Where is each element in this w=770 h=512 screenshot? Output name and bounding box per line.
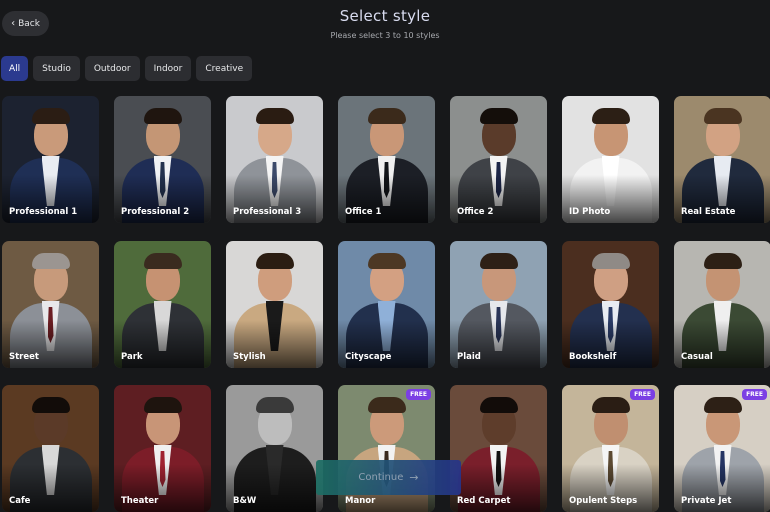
portrait-image [114, 241, 211, 368]
style-card-label: Theater [121, 496, 159, 506]
filter-bar: All Studio Outdoor Indoor Creative [1, 56, 253, 81]
portrait-image [226, 96, 323, 223]
style-grid: Professional 1 Professional 2 Professional… [0, 96, 770, 512]
style-card-private-jet[interactable]: Private Jet FREE [674, 385, 770, 512]
free-badge: FREE [742, 389, 767, 400]
style-card-label: ID Photo [569, 207, 611, 217]
style-card-park[interactable]: Park [114, 241, 211, 368]
style-card-label: Cafe [9, 496, 31, 506]
portrait-image [114, 385, 211, 512]
portrait-image [114, 96, 211, 223]
style-card-label: Office 2 [457, 207, 494, 217]
page-subtitle: Please select 3 to 10 styles [330, 31, 440, 40]
style-card-professional-2[interactable]: Professional 2 [114, 96, 211, 223]
style-card-office-2[interactable]: Office 2 [450, 96, 547, 223]
style-card-casual[interactable]: Casual [674, 241, 770, 368]
style-card-label: Opulent Steps [569, 496, 638, 506]
style-card-label: Bookshelf [569, 352, 617, 362]
portrait-image [674, 96, 770, 223]
portrait-image [2, 385, 99, 512]
style-card-bookshelf[interactable]: Bookshelf [562, 241, 659, 368]
continue-button[interactable]: Continue → [316, 460, 461, 495]
portrait-image [674, 385, 770, 512]
portrait-image [2, 241, 99, 368]
filter-chip-all[interactable]: All [1, 56, 29, 81]
free-badge: FREE [630, 389, 655, 400]
style-card-label: Park [121, 352, 143, 362]
style-card-label: Professional 2 [121, 207, 190, 217]
style-card-id-photo[interactable]: ID Photo [562, 96, 659, 223]
filter-chip-indoor[interactable]: Indoor [144, 56, 192, 81]
style-card-label: Manor [345, 496, 376, 506]
style-card-label: Stylish [233, 352, 266, 362]
portrait-image [674, 241, 770, 368]
style-card-label: Plaid [457, 352, 481, 362]
free-badge: FREE [406, 389, 431, 400]
portrait-image [562, 96, 659, 223]
portrait-image [226, 385, 323, 512]
style-card-label: Professional 1 [9, 207, 78, 217]
style-card-professional-1[interactable]: Professional 1 [2, 96, 99, 223]
style-card-professional-3[interactable]: Professional 3 [226, 96, 323, 223]
style-card-label: Cityscape [345, 352, 392, 362]
style-card-label: Casual [681, 352, 713, 362]
style-card-office-1[interactable]: Office 1 [338, 96, 435, 223]
portrait-image [450, 241, 547, 368]
style-card-label: Red Carpet [457, 496, 511, 506]
style-card-label: Real Estate [681, 207, 736, 217]
style-card-theater[interactable]: Theater [114, 385, 211, 512]
portrait-image [2, 96, 99, 223]
style-card-cityscape[interactable]: Cityscape [338, 241, 435, 368]
arrow-right-icon: → [409, 471, 419, 484]
style-card-label: Street [9, 352, 39, 362]
portrait-image [450, 96, 547, 223]
filter-chip-outdoor[interactable]: Outdoor [84, 56, 140, 81]
portrait-image [450, 385, 547, 512]
style-card-label: Professional 3 [233, 207, 302, 217]
style-card-plaid[interactable]: Plaid [450, 241, 547, 368]
style-card-label: Office 1 [345, 207, 382, 217]
style-card-label: Private Jet [681, 496, 732, 506]
portrait-image [562, 385, 659, 512]
style-card-stylish[interactable]: Stylish [226, 241, 323, 368]
page-title: Select style [339, 7, 431, 25]
style-card-b-w[interactable]: B&W [226, 385, 323, 512]
style-card-opulent-steps[interactable]: Opulent Steps FREE [562, 385, 659, 512]
style-card-red-carpet[interactable]: Red Carpet [450, 385, 547, 512]
continue-label: Continue [358, 472, 404, 483]
filter-chip-studio[interactable]: Studio [33, 56, 80, 81]
portrait-image [562, 241, 659, 368]
style-card-label: B&W [233, 496, 257, 506]
filter-chip-creative[interactable]: Creative [196, 56, 253, 81]
portrait-image [226, 241, 323, 368]
style-card-street[interactable]: Street [2, 241, 99, 368]
style-card-cafe[interactable]: Cafe [2, 385, 99, 512]
style-card-real-estate[interactable]: Real Estate [674, 96, 770, 223]
portrait-image [338, 241, 435, 368]
portrait-image [338, 96, 435, 223]
